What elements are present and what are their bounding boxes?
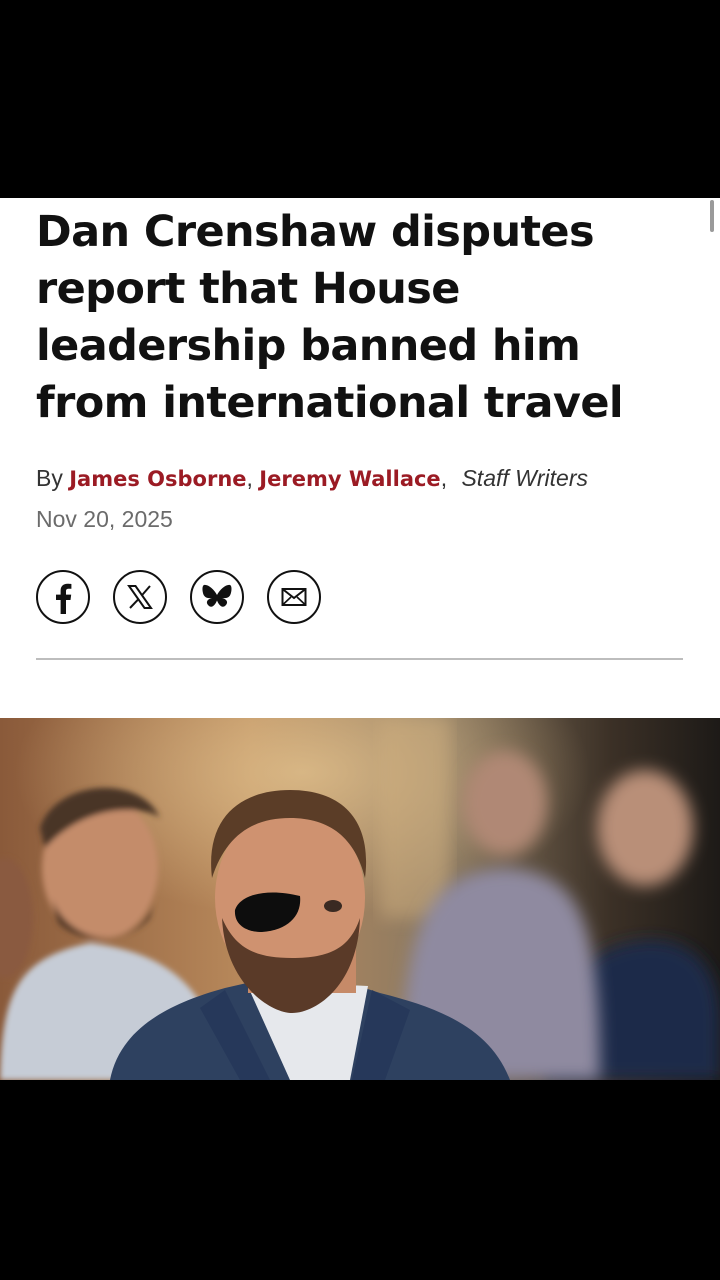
byline-prefix: By [36, 465, 63, 491]
hero-photo-illustration [0, 718, 720, 1080]
scrollbar-thumb[interactable] [710, 200, 714, 232]
share-buttons [36, 570, 321, 624]
article-headline: Dan Crenshaw disputes report that House … [36, 207, 624, 428]
bottom-black-bar [0, 1080, 720, 1280]
share-email-button[interactable] [267, 570, 321, 624]
byline: By James Osborne, Jeremy Wallace, Staff … [36, 462, 706, 495]
author-role: Staff Writers [461, 465, 588, 491]
email-icon [281, 588, 307, 606]
share-x-button[interactable] [113, 570, 167, 624]
byline-separator: , [440, 465, 448, 491]
article-header: Dan Crenshaw disputes report that House … [0, 198, 720, 718]
share-facebook-button[interactable] [36, 570, 90, 624]
byline-separator: , [246, 465, 253, 491]
x-icon [127, 585, 153, 609]
author-link-jeremy-wallace[interactable]: Jeremy Wallace [259, 467, 440, 491]
publish-date: Nov 20, 2025 [36, 506, 173, 532]
header-divider [36, 658, 683, 660]
facebook-icon [56, 583, 72, 614]
top-black-bar [0, 0, 720, 198]
article-hero-photo[interactable] [0, 718, 720, 1080]
author-link-james-osborne[interactable]: James Osborne [69, 467, 246, 491]
share-bluesky-button[interactable] [190, 570, 244, 624]
bluesky-icon [202, 584, 232, 607]
